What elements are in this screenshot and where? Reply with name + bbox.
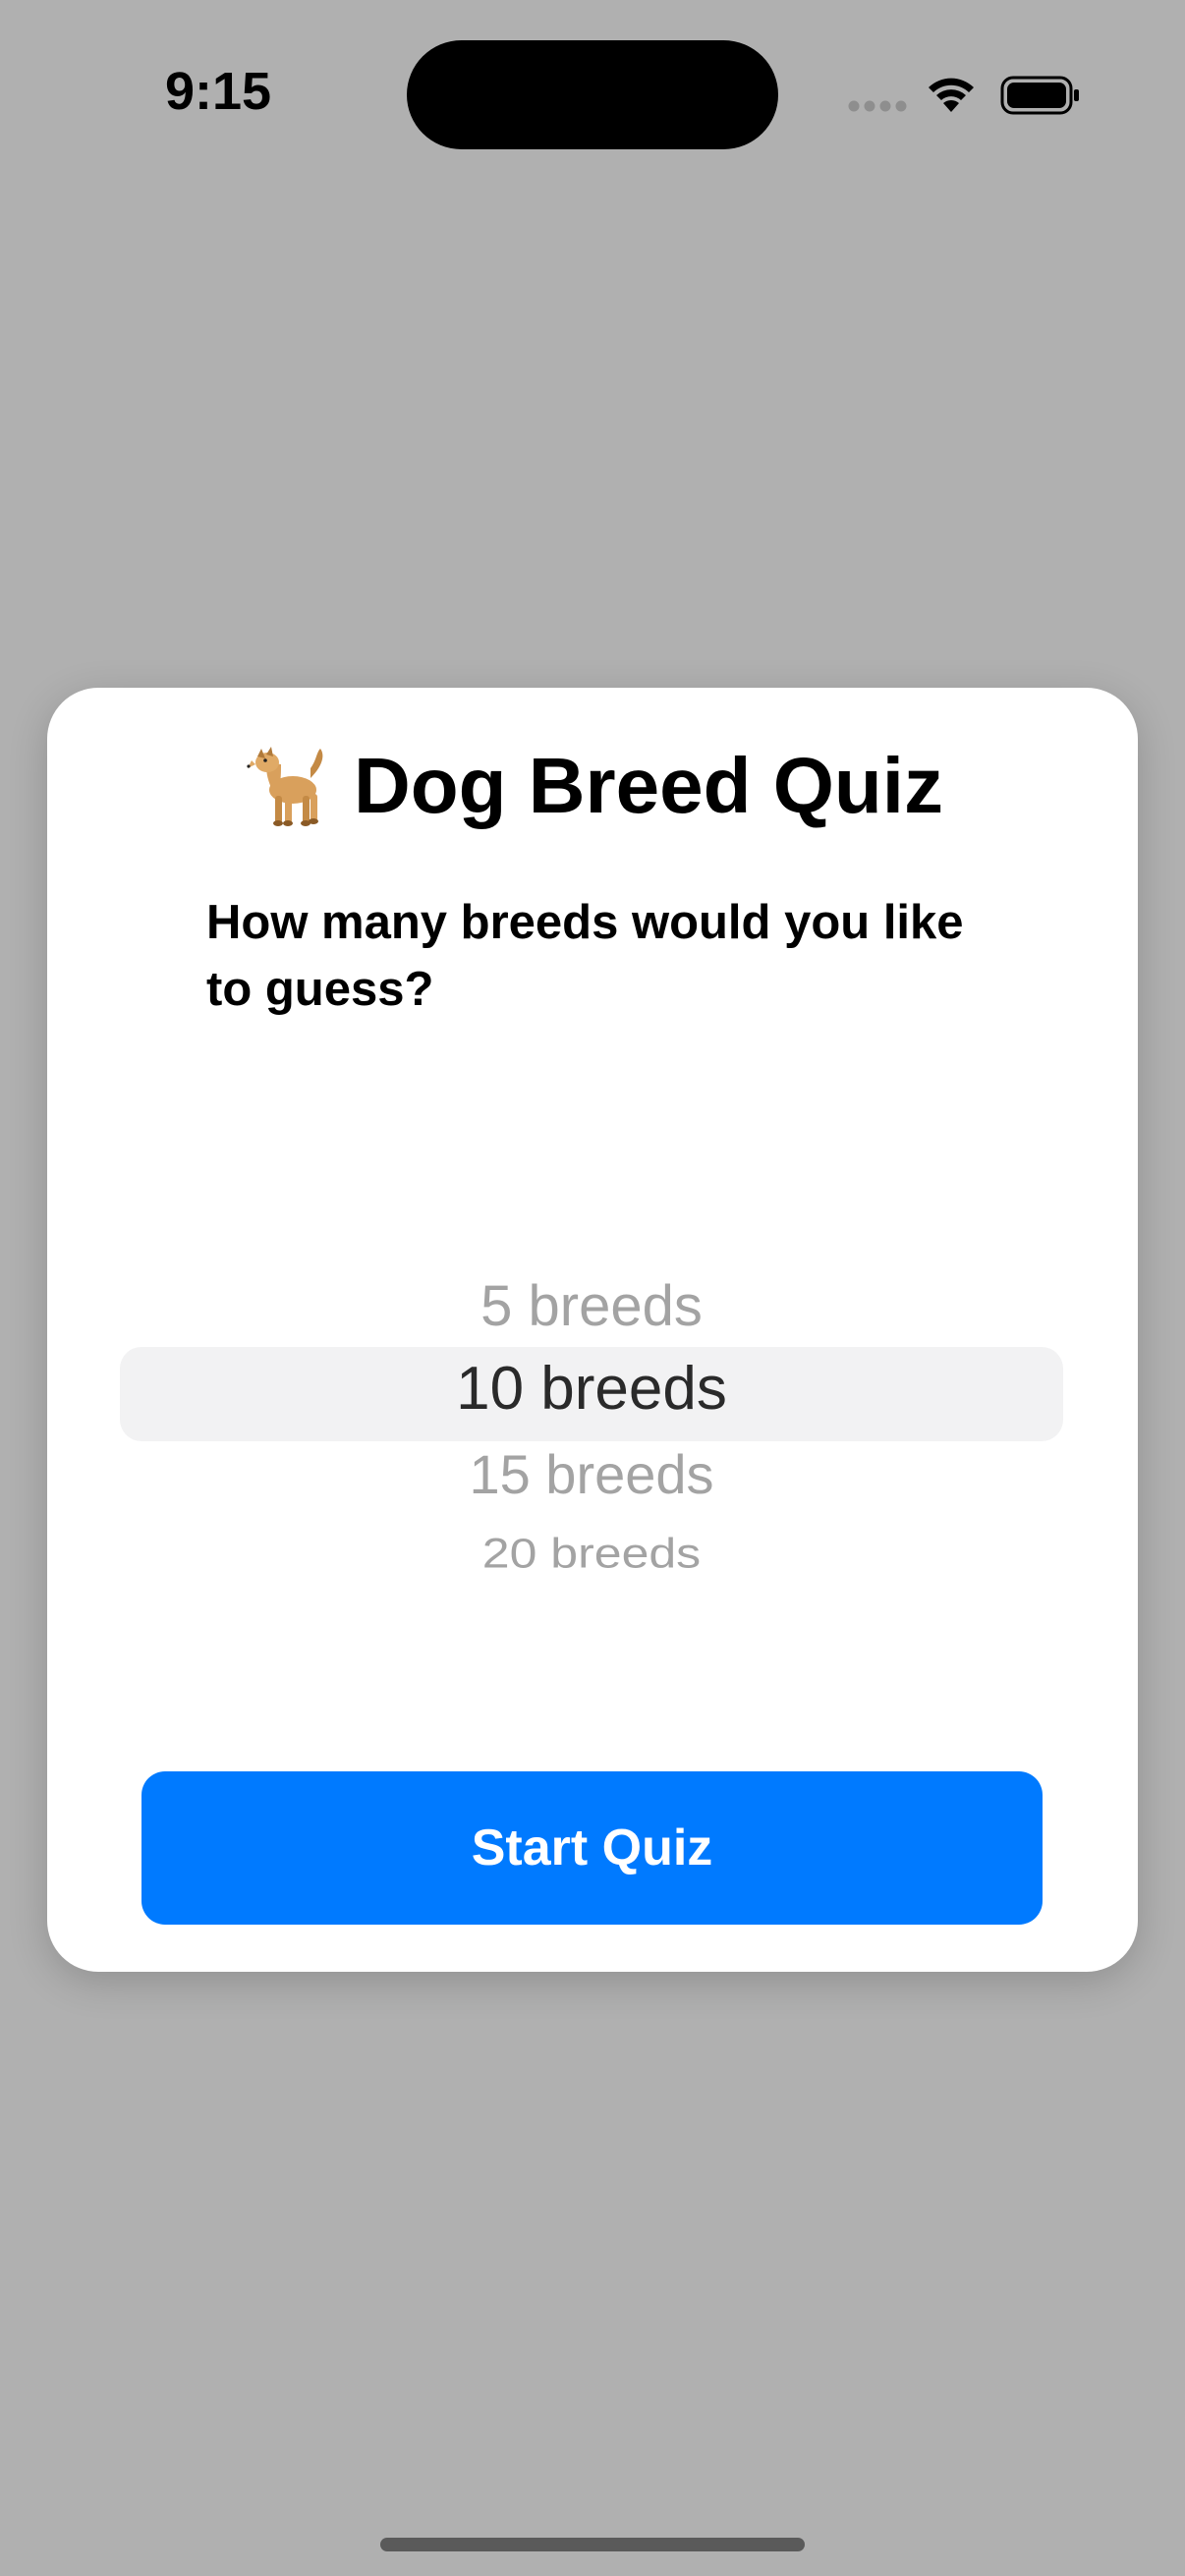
battery-icon (1000, 76, 1079, 115)
dynamic-island (407, 40, 778, 149)
picker-option[interactable]: 5 breeds (120, 1273, 1063, 1339)
picker-option[interactable]: 20 breeds (120, 1529, 1063, 1577)
dog-emoji-icon (247, 747, 323, 826)
card-title-row: Dog Breed Quiz (47, 737, 1138, 835)
status-time: 9:15 (165, 62, 272, 121)
status-bar: 9:15 (0, 0, 1185, 196)
cellular-signal-icon (848, 100, 907, 112)
picker-option[interactable]: 15 breeds (120, 1442, 1063, 1506)
card-title: Dog Breed Quiz (353, 742, 944, 829)
picker-option-selected[interactable]: 10 breeds (120, 1354, 1063, 1424)
card-subtitle: How many breeds would you like to guess? (206, 896, 964, 1016)
start-quiz-label: Start Quiz (471, 1820, 713, 1876)
quiz-setup-card: Dog Breed Quiz How many breeds would you… (47, 688, 1138, 1972)
start-quiz-button[interactable]: Start Quiz (141, 1771, 1043, 1925)
wifi-icon (929, 78, 974, 112)
breed-count-picker[interactable]: 5 breeds 10 breeds 15 breeds 20 breeds (120, 1267, 1063, 1611)
home-indicator[interactable] (380, 2538, 805, 2551)
